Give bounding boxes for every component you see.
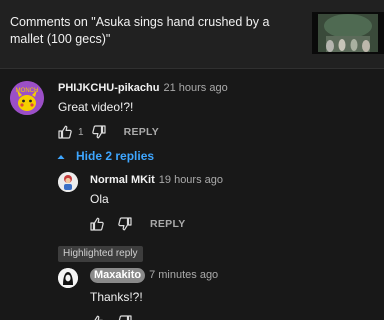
comments-header: Comments on "Asuka sings hand crushed by… (0, 0, 384, 68)
reply-author-name[interactable]: Normal MKit (90, 174, 155, 186)
reply-time[interactable]: 19 hours ago (159, 174, 223, 186)
creator-author-chip[interactable]: Maxakito (90, 268, 146, 283)
reply-button[interactable]: REPLY (150, 218, 186, 230)
comments-panel: Comments on "Asuka sings hand crushed by… (0, 0, 384, 320)
highlighted-reply-time[interactable]: 7 minutes ago (149, 269, 218, 281)
character-avatar[interactable] (58, 172, 78, 192)
dislike-icon[interactable] (118, 217, 132, 231)
video-thumbnail-image (312, 12, 384, 54)
highlighted-reply-badge: Highlighted reply (58, 246, 143, 262)
like-count: 1 (78, 126, 84, 138)
like-icon[interactable] (90, 315, 104, 320)
like-icon[interactable] (58, 125, 72, 139)
creator-avatar[interactable] (58, 268, 78, 288)
reply-button[interactable]: REPLY (124, 126, 160, 138)
like-icon[interactable] (90, 217, 104, 231)
hide-replies-label: Hide 2 replies (76, 149, 155, 163)
comment-time[interactable]: 21 hours ago (163, 82, 227, 94)
pikachu-avatar[interactable]: MONCH (10, 81, 44, 115)
hide-replies-button[interactable]: Hide 2 replies (56, 148, 154, 164)
reply-actions: REPLY (90, 216, 186, 232)
comments-title: Comments on "Asuka sings hand crushed by… (10, 15, 270, 46)
highlighted-reply-author[interactable]: Maxakito 7 minutes ago (90, 268, 218, 283)
dislike-icon[interactable] (118, 315, 132, 320)
reply-text: Ola (90, 192, 109, 206)
dislike-icon[interactable] (91, 125, 106, 139)
comment-text: Great video!?! (58, 100, 134, 114)
comment-actions: 1 REPLY (58, 124, 159, 140)
comment-author-name[interactable]: PHIJKCHU-pikachu (58, 82, 159, 94)
highlighted-reply-actions (90, 314, 132, 320)
comment-author[interactable]: PHIJKCHU-pikachu 21 hours ago (58, 82, 228, 94)
caret-up-icon (56, 151, 66, 161)
video-thumbnail[interactable] (312, 12, 384, 54)
reply-author[interactable]: Normal MKit 19 hours ago (90, 174, 223, 186)
header-divider (0, 68, 384, 69)
highlighted-reply-text: Thanks!?! (90, 290, 143, 304)
